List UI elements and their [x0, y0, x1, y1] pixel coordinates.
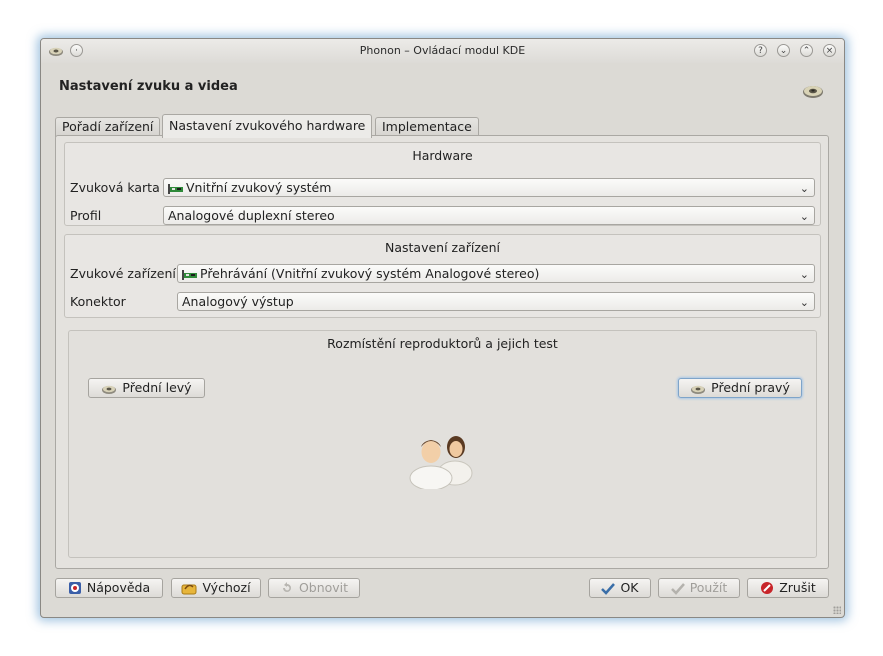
chevron-down-icon: ⌄ [799, 268, 809, 281]
sound-card-icon [168, 184, 183, 194]
reset-icon [282, 582, 291, 592]
hardware-group: Hardware Zvuková karta Vnitřní zvukový s… [64, 142, 821, 226]
reset-button-label: Obnovit [298, 580, 349, 595]
close-icon[interactable]: × [823, 44, 836, 57]
checkmark-icon [670, 583, 685, 595]
apply-button-label: Použít [689, 580, 728, 595]
listener-people-icon [409, 436, 473, 489]
help-button[interactable]: Nápověda [55, 578, 163, 598]
page-title: Nastavení zvuku a videa [59, 79, 238, 94]
device-settings-group: Nastavení zařízení Zvukové zařízení Přeh… [64, 234, 821, 318]
device-group-title: Nastavení zařízení [384, 240, 501, 255]
apply-button[interactable]: Použít [658, 578, 740, 598]
front-right-speaker-button[interactable]: Přední pravý [678, 378, 802, 398]
front-left-speaker-button[interactable]: Přední levý [88, 378, 205, 398]
sound-card-combo[interactable]: Vnitřní zvukový systém ⌄ [163, 178, 815, 197]
tab-audio-hardware[interactable]: Nastavení zvukového hardware [162, 114, 373, 138]
cancel-button[interactable]: Zrušit [747, 578, 829, 598]
sound-card-icon [182, 270, 197, 280]
title-bar[interactable]: · Phonon – Ovládací modul KDE ? ⌄ ⌃ × [41, 39, 844, 63]
sound-device-label: Zvukové zařízení [70, 266, 176, 281]
front-left-label: Přední levý [122, 380, 192, 395]
help-button-label: Nápověda [86, 580, 151, 595]
connector-combo[interactable]: Analogový výstup ⌄ [177, 292, 815, 311]
connector-label: Konektor [70, 294, 126, 309]
speaker-icon [691, 385, 706, 394]
profile-combo[interactable]: Analogové duplexní stereo ⌄ [163, 206, 815, 225]
sound-card-value: Vnitřní zvukový systém [186, 180, 332, 195]
tab-backend[interactable]: Implementace [375, 117, 479, 137]
minimize-icon[interactable]: ⌄ [777, 44, 790, 57]
defaults-button[interactable]: Výchozí [171, 578, 261, 598]
tab-panel: Hardware Zvuková karta Vnitřní zvukový s… [55, 135, 829, 569]
ok-button[interactable]: OK [589, 578, 651, 598]
sound-device-value: Přehrávání (Vnitřní zvukový systém Analo… [200, 266, 540, 281]
speaker-group-title: Rozmístění reproduktorů a jejich test [327, 336, 558, 351]
help-icon[interactable]: ? [754, 44, 767, 57]
chevron-down-icon: ⌄ [799, 210, 809, 223]
speaker-icon [102, 385, 117, 394]
help-book-icon [68, 582, 81, 594]
defaults-icon [181, 584, 197, 595]
maximize-icon[interactable]: ⌃ [800, 44, 813, 57]
reset-button[interactable]: Obnovit [268, 578, 360, 598]
hardware-group-title: Hardware [412, 148, 473, 163]
ok-button-label: OK [620, 580, 639, 595]
resize-grip[interactable] [833, 606, 841, 614]
window-title: Phonon – Ovládací modul KDE [359, 44, 526, 57]
front-right-label: Přední pravý [711, 380, 790, 395]
sound-card-label: Zvuková karta [70, 180, 160, 195]
profile-label: Profil [70, 208, 102, 223]
speaker-icon [803, 86, 823, 98]
phonon-window: · Phonon – Ovládací modul KDE ? ⌄ ⌃ × Na… [40, 38, 845, 618]
tab-device-order[interactable]: Pořadí zařízení [55, 117, 161, 137]
connector-value: Analogový výstup [182, 294, 294, 309]
defaults-button-label: Výchozí [202, 580, 251, 595]
chevron-down-icon: ⌄ [799, 296, 809, 309]
chevron-down-icon: ⌄ [799, 182, 809, 195]
profile-value: Analogové duplexní stereo [168, 208, 335, 223]
checkmark-icon [601, 583, 616, 595]
sound-device-combo[interactable]: Přehrávání (Vnitřní zvukový systém Analo… [177, 264, 815, 283]
cancel-icon [761, 582, 774, 594]
cancel-button-label: Zrušit [779, 580, 816, 595]
